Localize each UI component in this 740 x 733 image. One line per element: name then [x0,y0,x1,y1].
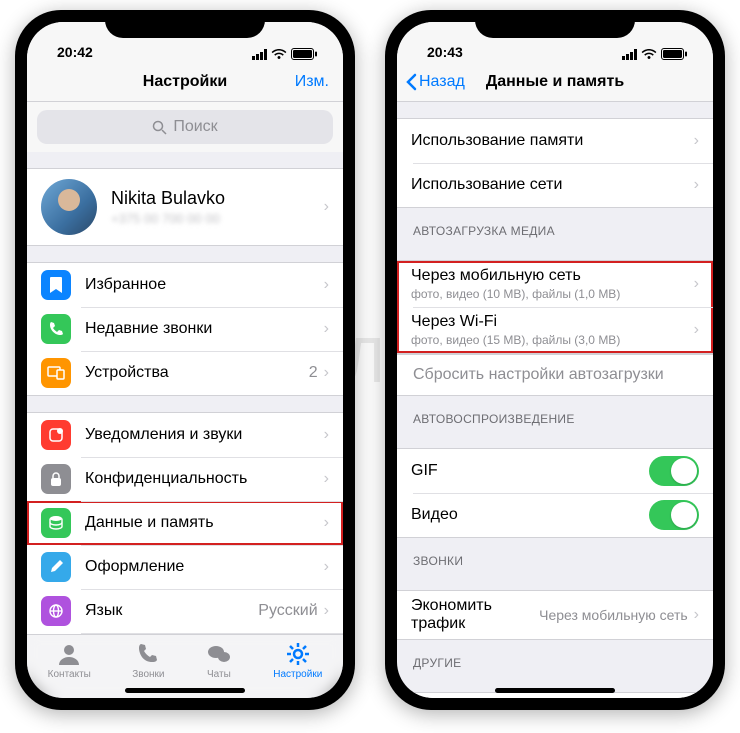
row-share-menu[interactable]: Меню «Поделиться» › [397,693,713,698]
language-value: Русский [258,602,317,620]
wifi-sub: фото, видео (15 MB), файлы (3,0 MB) [411,333,694,347]
bookmark-icon [41,270,71,300]
globe-icon [41,596,71,626]
contacts-icon [56,641,82,667]
chevron-right-icon: › [324,558,329,576]
chevron-right-icon: › [694,176,699,194]
search-input[interactable]: Поиск [37,110,333,144]
row-appearance[interactable]: Оформление › [27,545,343,589]
cellular-icon [252,49,267,60]
lock-icon [41,464,71,494]
cellular-sub: фото, видео (10 MB), файлы (1,0 MB) [411,287,694,301]
row-gif: GIF [397,449,713,493]
chevron-right-icon: › [324,426,329,444]
cellular-icon [622,49,637,60]
row-privacy[interactable]: Конфиденциальность › [27,457,343,501]
battery-icon [291,48,317,60]
calls-icon [135,641,161,667]
notch [475,10,635,38]
brush-icon [41,552,71,582]
profile-phone: +375 00 700 00 00 [111,211,324,226]
profile-row[interactable]: Nikita Bulavko +375 00 700 00 00 › [27,169,343,245]
chevron-right-icon: › [324,364,329,382]
home-indicator[interactable] [495,688,615,693]
chevron-right-icon: › [324,602,329,620]
wifi-icon [641,48,657,60]
toggle-gif[interactable] [649,456,699,486]
search-icon [152,120,167,135]
reset-autodownload-button[interactable]: Сбросить настройки автозагрузки [397,354,713,396]
page-title: Данные и память [486,73,624,91]
database-icon [41,508,71,538]
chevron-left-icon [405,73,417,91]
page-title: Настройки [143,73,227,91]
row-wifi[interactable]: Через Wi-Fi фото, видео (15 MB), файлы (… [397,307,713,353]
chevron-right-icon: › [694,275,699,293]
chevron-right-icon: › [694,132,699,150]
notch [105,10,265,38]
home-indicator[interactable] [125,688,245,693]
row-data-storage[interactable]: Данные и память › [27,501,343,545]
header-autoplay: АВТОВОСПРОИЗВЕДЕНИЕ [397,396,713,432]
profile-name: Nikita Bulavko [111,188,324,209]
row-notifications[interactable]: Уведомления и звуки › [27,413,343,457]
nav-bar: Назад Данные и память [397,62,713,102]
status-time: 20:43 [417,44,463,60]
row-less-data[interactable]: Экономить трафик Через мобильную сеть › [397,591,713,639]
row-cellular[interactable]: Через мобильную сеть фото, видео (10 MB)… [397,261,713,307]
avatar [41,179,97,235]
nav-bar: Настройки Изм. [27,62,343,102]
chevron-right-icon: › [324,198,329,216]
bell-icon [41,420,71,450]
phone-left: 20:42 Настройки Изм. Поиск [15,10,355,710]
chevron-right-icon: › [324,276,329,294]
settings-icon [285,641,311,667]
chevron-right-icon: › [694,606,699,624]
tab-settings[interactable]: Настройки [273,641,322,698]
chevron-right-icon: › [324,514,329,532]
row-language[interactable]: Язык Русский › [27,589,343,633]
less-data-value: Через мобильную сеть [539,607,688,623]
row-saved[interactable]: Избранное › [27,263,343,307]
row-network-usage[interactable]: Использование сети › [397,163,713,207]
row-recent-calls[interactable]: Недавние звонки › [27,307,343,351]
header-other: ДРУГИЕ [397,640,713,676]
back-button[interactable]: Назад [405,73,465,91]
chats-icon [206,641,232,667]
header-autodownload: АВТОЗАГРУЗКА МЕДИА [397,208,713,244]
edit-button[interactable]: Изм. [295,73,329,91]
battery-icon [661,48,687,60]
chevron-right-icon: › [324,470,329,488]
header-calls: ЗВОНКИ [397,538,713,574]
row-devices[interactable]: Устройства 2 › [27,351,343,395]
phone-right: 20:43 Назад Данные и память Использ [385,10,725,710]
toggle-video[interactable] [649,500,699,530]
row-storage-usage[interactable]: Использование памяти › [397,119,713,163]
row-video: Видео [397,493,713,537]
devices-count: 2 [309,364,318,382]
status-time: 20:42 [47,44,93,60]
chevron-right-icon: › [694,321,699,339]
chevron-right-icon: › [324,320,329,338]
phone-icon [41,314,71,344]
wifi-icon [271,48,287,60]
tab-contacts[interactable]: Контакты [48,641,91,698]
devices-icon [41,358,71,388]
